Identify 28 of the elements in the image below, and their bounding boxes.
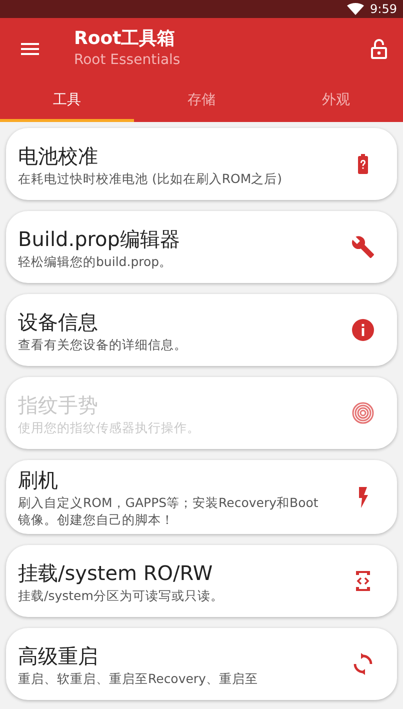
refresh-icon xyxy=(351,652,375,676)
card-description: 在耗电过快时校准电池 (比如在刷入ROM之后) xyxy=(18,170,284,186)
app-subtitle: Root Essentials xyxy=(74,51,182,70)
tool-card[interactable]: 设备信息 查看有关您设备的详细信息。 xyxy=(6,294,397,366)
wrench-icon xyxy=(351,235,375,259)
info-icon xyxy=(351,318,375,342)
menu-icon[interactable] xyxy=(21,43,39,55)
tool-card[interactable]: Build.prop编辑器 轻松编辑您的build.prop。 xyxy=(6,211,397,283)
wifi-icon xyxy=(347,3,364,15)
card-description: 刷入自定义ROM，GAPPS等；安装Recovery和Boot镜像。创建您自己的脚本！ xyxy=(18,494,320,528)
tool-card[interactable]: 刷机 刷入自定义ROM，GAPPS等；安装Recovery和Boot镜像。创建您自己的脚本！ xyxy=(6,460,397,534)
card-title: 高级重启 xyxy=(18,642,99,670)
card-description: 挂载/system分区为可读写或只读。 xyxy=(18,586,224,604)
card-title: 挂载/system RO/RW xyxy=(18,560,214,586)
status-time: 9:59 xyxy=(370,2,397,16)
card-title: 刷机 xyxy=(18,467,59,494)
tool-card[interactable]: 电池校准 在耗电过快时校准电池 (比如在刷入ROM之后) xyxy=(6,128,397,200)
tool-card[interactable]: 高级重启 重启、软重启、重启至Recovery、重启至 xyxy=(6,628,397,700)
card-description: 轻松编辑您的build.prop。 xyxy=(18,252,174,270)
tool-card[interactable]: 挂载/system RO/RW 挂载/system分区为可读写或只读。 xyxy=(6,545,397,617)
unlocked-padlock-icon[interactable] xyxy=(371,39,387,59)
app-title: Root工具箱 xyxy=(74,28,176,50)
card-description: 重启、软重启、重启至Recovery、重启至 xyxy=(18,670,259,686)
card-title: 电池校准 xyxy=(18,142,99,170)
card-title: 设备信息 xyxy=(18,308,99,336)
card-description: 查看有关您设备的详细信息。 xyxy=(18,336,188,352)
tab[interactable]: 工具 xyxy=(0,80,134,122)
card-title: Build.prop编辑器 xyxy=(18,226,181,252)
